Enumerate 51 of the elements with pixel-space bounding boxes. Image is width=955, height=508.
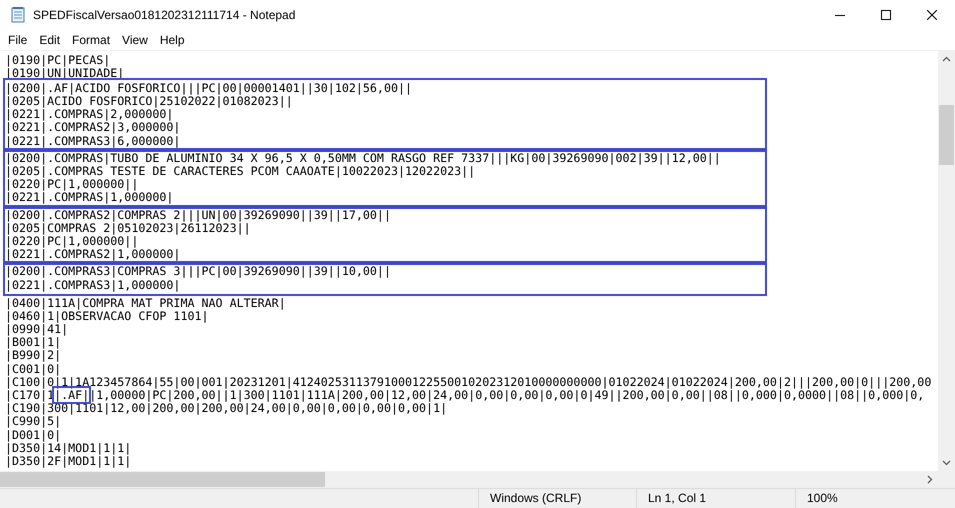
menu-item[interactable]: View (116, 30, 154, 49)
scrollbar-thumb[interactable] (0, 472, 325, 486)
text-line: |C190|300|1101|12,00|200,00|200,00|24,00|0,00|0,00|0,00|0,00|1| (5, 402, 448, 416)
line-text: |C170|1 (5, 388, 54, 402)
menu-item[interactable]: Format (66, 30, 116, 49)
text-line: |0205|ACIDO FOSFORICO|25102022|01082023|| (5, 95, 293, 108)
text-line: |D350|2F|MOD1|1|1| (5, 454, 132, 468)
text-line: |D350|14|MOD1|1|1| (5, 442, 132, 455)
text-line: |0205|.COMPRAS TESTE DE CARACTERES PCOM CAAOATE|10022023|12022023|| (5, 165, 476, 178)
scroll-right-icon (927, 474, 933, 484)
text-line: |0200|.COMPRAS3|COMPRAS 3|||PC|00|39269090||39||10,00|| (5, 265, 391, 278)
close-icon (927, 10, 937, 20)
text-line: |D001|0| (5, 428, 62, 442)
horizontal-scrollbar[interactable] (0, 470, 938, 488)
menu-item[interactable]: File (2, 30, 34, 49)
menu-item[interactable]: Edit (33, 30, 66, 49)
text-line: |0221|.COMPRAS2|3,000000| (5, 121, 180, 135)
text-line: |0400|111A|COMPRA MAT PRIMA NAO ALTERAR| (5, 296, 286, 310)
highlighted-text: |.AF| (54, 388, 90, 402)
text-line: |C990|5| (5, 415, 62, 429)
text-line: |0200|.COMPRAS2|COMPRAS 2|||UN|00|39269090||39||17,00|| (5, 208, 391, 222)
text-line: |B001|1| (5, 336, 62, 350)
text-line: |B990|2| (5, 349, 62, 363)
text-line: |0990|41| (5, 323, 68, 336)
cursor-position: Ln 1, Col 1 (648, 491, 706, 506)
text-line: |0220|PC|1,000000|| (5, 178, 138, 192)
scroll-up-icon (942, 56, 951, 62)
text-line: |0220|PC|1,000000|| (5, 234, 138, 248)
text-line: |C001|0| (5, 362, 62, 376)
text-line: |0460|1|OBSERVACAO CFOP 1101| (5, 310, 209, 324)
text-line: |0221|.COMPRAS2|1,000000| (5, 248, 180, 262)
text-line: |0221|.COMPRAS|1,000000| (5, 191, 174, 205)
text-line: |C100|0|1|1A123457864|55|00|001|20231201|41240253113791000122550010202312010000000000|01022024|01022024|200,00|2|||200,00|0|||200,00 (5, 376, 932, 389)
line-ending-label: Windows (CRLF) (490, 491, 582, 506)
text-line: |0205|COMPRAS 2|05102023|26112023|| (5, 222, 251, 235)
vertical-scrollbar[interactable] (938, 50, 955, 470)
zoom-level: 100% (807, 491, 838, 506)
scrollbar-thumb[interactable] (939, 104, 954, 164)
text-line: |0221|.COMPRAS3|1,000000| (5, 278, 180, 292)
text-line: |0190|PC|PECAS| (5, 54, 110, 67)
menu-item[interactable]: Help (154, 30, 191, 49)
text-line: |0221|.COMPRAS|2,000000| (5, 108, 174, 122)
text-line: |0200|.COMPRAS|TUBO DE ALUMINIO 34 X 96,5 X 0,50MM COM RASGO REF 7337|||KG|00|39269090|002|39||12,00|| (5, 152, 721, 165)
text-line: |0190|UN|UNIDADE| (5, 66, 124, 80)
text-line: |0221|.COMPRAS3|6,000000| (5, 134, 180, 148)
line-text: |1,00000|PC|200,00||1|300|1101|111A|200,00|12,00|24,00|0,00|0,00|0,00|0|49||200,00|0,00||08||0,000|0,0000||08||0,000|0, (89, 388, 924, 402)
window-title: SPEDFiscalVersao0181202312111714 - Notepad (33, 8, 296, 22)
maximize-icon (881, 10, 891, 20)
notepad-icon (10, 7, 26, 23)
scroll-down-icon (942, 460, 951, 466)
text-line: |0200|.AF|ACIDO FOSFORICO|||PC|00|00001401||30|102|56,00|| (5, 82, 412, 96)
